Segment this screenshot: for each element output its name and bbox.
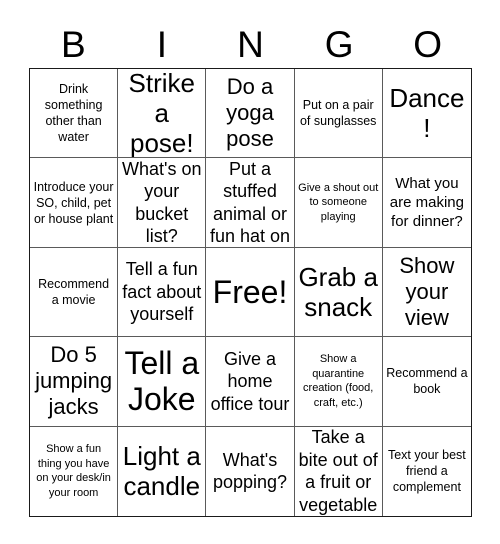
- bingo-cell-label: Free!: [212, 273, 288, 310]
- bingo-cell[interactable]: Recommend a book: [382, 337, 471, 427]
- bingo-cell-label: Take a bite out of a fruit or vegetable: [298, 427, 378, 515]
- bingo-cell[interactable]: Take a bite out of a fruit or vegetable: [294, 426, 383, 516]
- bingo-card: B I N G O Drink something other than wat…: [0, 0, 500, 544]
- header-letter-n: N: [237, 24, 264, 65]
- bingo-cell[interactable]: Text your best friend a complement: [382, 426, 471, 516]
- bingo-cell[interactable]: Grab a snack: [294, 247, 383, 338]
- header-letter-i: I: [156, 24, 168, 65]
- bingo-cell[interactable]: What's popping?: [206, 426, 295, 516]
- bingo-cell-label: Dance!: [389, 83, 465, 144]
- header-letter-o: O: [413, 24, 443, 65]
- bingo-cell-label: Light a candle: [122, 441, 201, 502]
- bingo-cell[interactable]: Show a fun thing you have on your desk/i…: [30, 426, 119, 516]
- bingo-cell-label: Give a shout out to someone playing: [298, 181, 379, 223]
- bingo-cell[interactable]: Do a yoga pose: [206, 69, 295, 159]
- header-letter-b: B: [60, 24, 86, 65]
- bingo-cell-label: Do a yoga pose: [226, 74, 274, 152]
- bingo-cell-label: Drink something other than water: [44, 82, 103, 145]
- bingo-cell[interactable]: Tell a Joke: [118, 337, 207, 427]
- bingo-header: B I N G O: [29, 22, 472, 68]
- bingo-cell-label: Show a quarantine creation (food, craft,…: [303, 353, 374, 409]
- bingo-cell[interactable]: Light a candle: [118, 426, 207, 516]
- bingo-cell-label: Tell a fun fact about yourself: [122, 259, 202, 325]
- bingo-cell[interactable]: Free!: [206, 247, 295, 338]
- bingo-cell-label: Show your view: [399, 252, 455, 330]
- bingo-cell[interactable]: Tell a fun fact about yourself: [118, 247, 207, 338]
- header-letter-g: G: [324, 24, 354, 65]
- bingo-cell-label: Give a home office tour: [210, 348, 290, 414]
- bingo-grid: Drink something other than water Strike a…: [29, 68, 472, 517]
- bingo-cell[interactable]: Put a stuffed animal or fun hat on: [206, 158, 295, 248]
- bingo-cell-label: What you are making for dinner?: [389, 175, 464, 231]
- bingo-cell[interactable]: Drink something other than water: [30, 69, 119, 159]
- bingo-cell-label: Grab a snack: [298, 261, 378, 322]
- bingo-cell-label: Recommend a book: [386, 366, 468, 397]
- bingo-cell-label: Introduce your SO, child, pet or house p…: [33, 179, 114, 226]
- bingo-cell-label: Text your best friend a complement: [387, 448, 466, 495]
- bingo-cell[interactable]: Recommend a movie: [30, 247, 119, 338]
- bingo-cell[interactable]: What's on your bucket list?: [118, 158, 207, 248]
- bingo-cell[interactable]: Dance!: [382, 69, 471, 159]
- bingo-cell-label: Do 5 jumping jacks: [35, 342, 113, 420]
- bingo-cell-label: Put on a pair of sunglasses: [299, 98, 377, 129]
- bingo-cell[interactable]: Show your view: [382, 247, 471, 338]
- bingo-cell-label: What's popping?: [212, 449, 288, 493]
- bingo-cell[interactable]: Introduce your SO, child, pet or house p…: [30, 158, 119, 248]
- bingo-cell-label: Put a stuffed animal or fun hat on: [209, 158, 291, 247]
- bingo-cell[interactable]: Give a home office tour: [206, 337, 295, 427]
- bingo-cell[interactable]: Do 5 jumping jacks: [30, 337, 119, 427]
- bingo-cell-label: What's on your bucket list?: [122, 158, 202, 247]
- bingo-cell-label: Show a fun thing you have on your desk/i…: [36, 443, 111, 499]
- bingo-cell-label: Strike a pose!: [128, 69, 196, 159]
- bingo-cell-label: Recommend a movie: [38, 276, 110, 307]
- bingo-cell[interactable]: Give a shout out to someone playing: [294, 158, 383, 248]
- bingo-cell[interactable]: Strike a pose!: [118, 69, 207, 159]
- bingo-cell[interactable]: Show a quarantine creation (food, craft,…: [294, 337, 383, 427]
- bingo-cell[interactable]: What you are making for dinner?: [382, 158, 471, 248]
- bingo-cell-label: Tell a Joke: [124, 345, 200, 418]
- bingo-cell[interactable]: Put on a pair of sunglasses: [294, 69, 383, 159]
